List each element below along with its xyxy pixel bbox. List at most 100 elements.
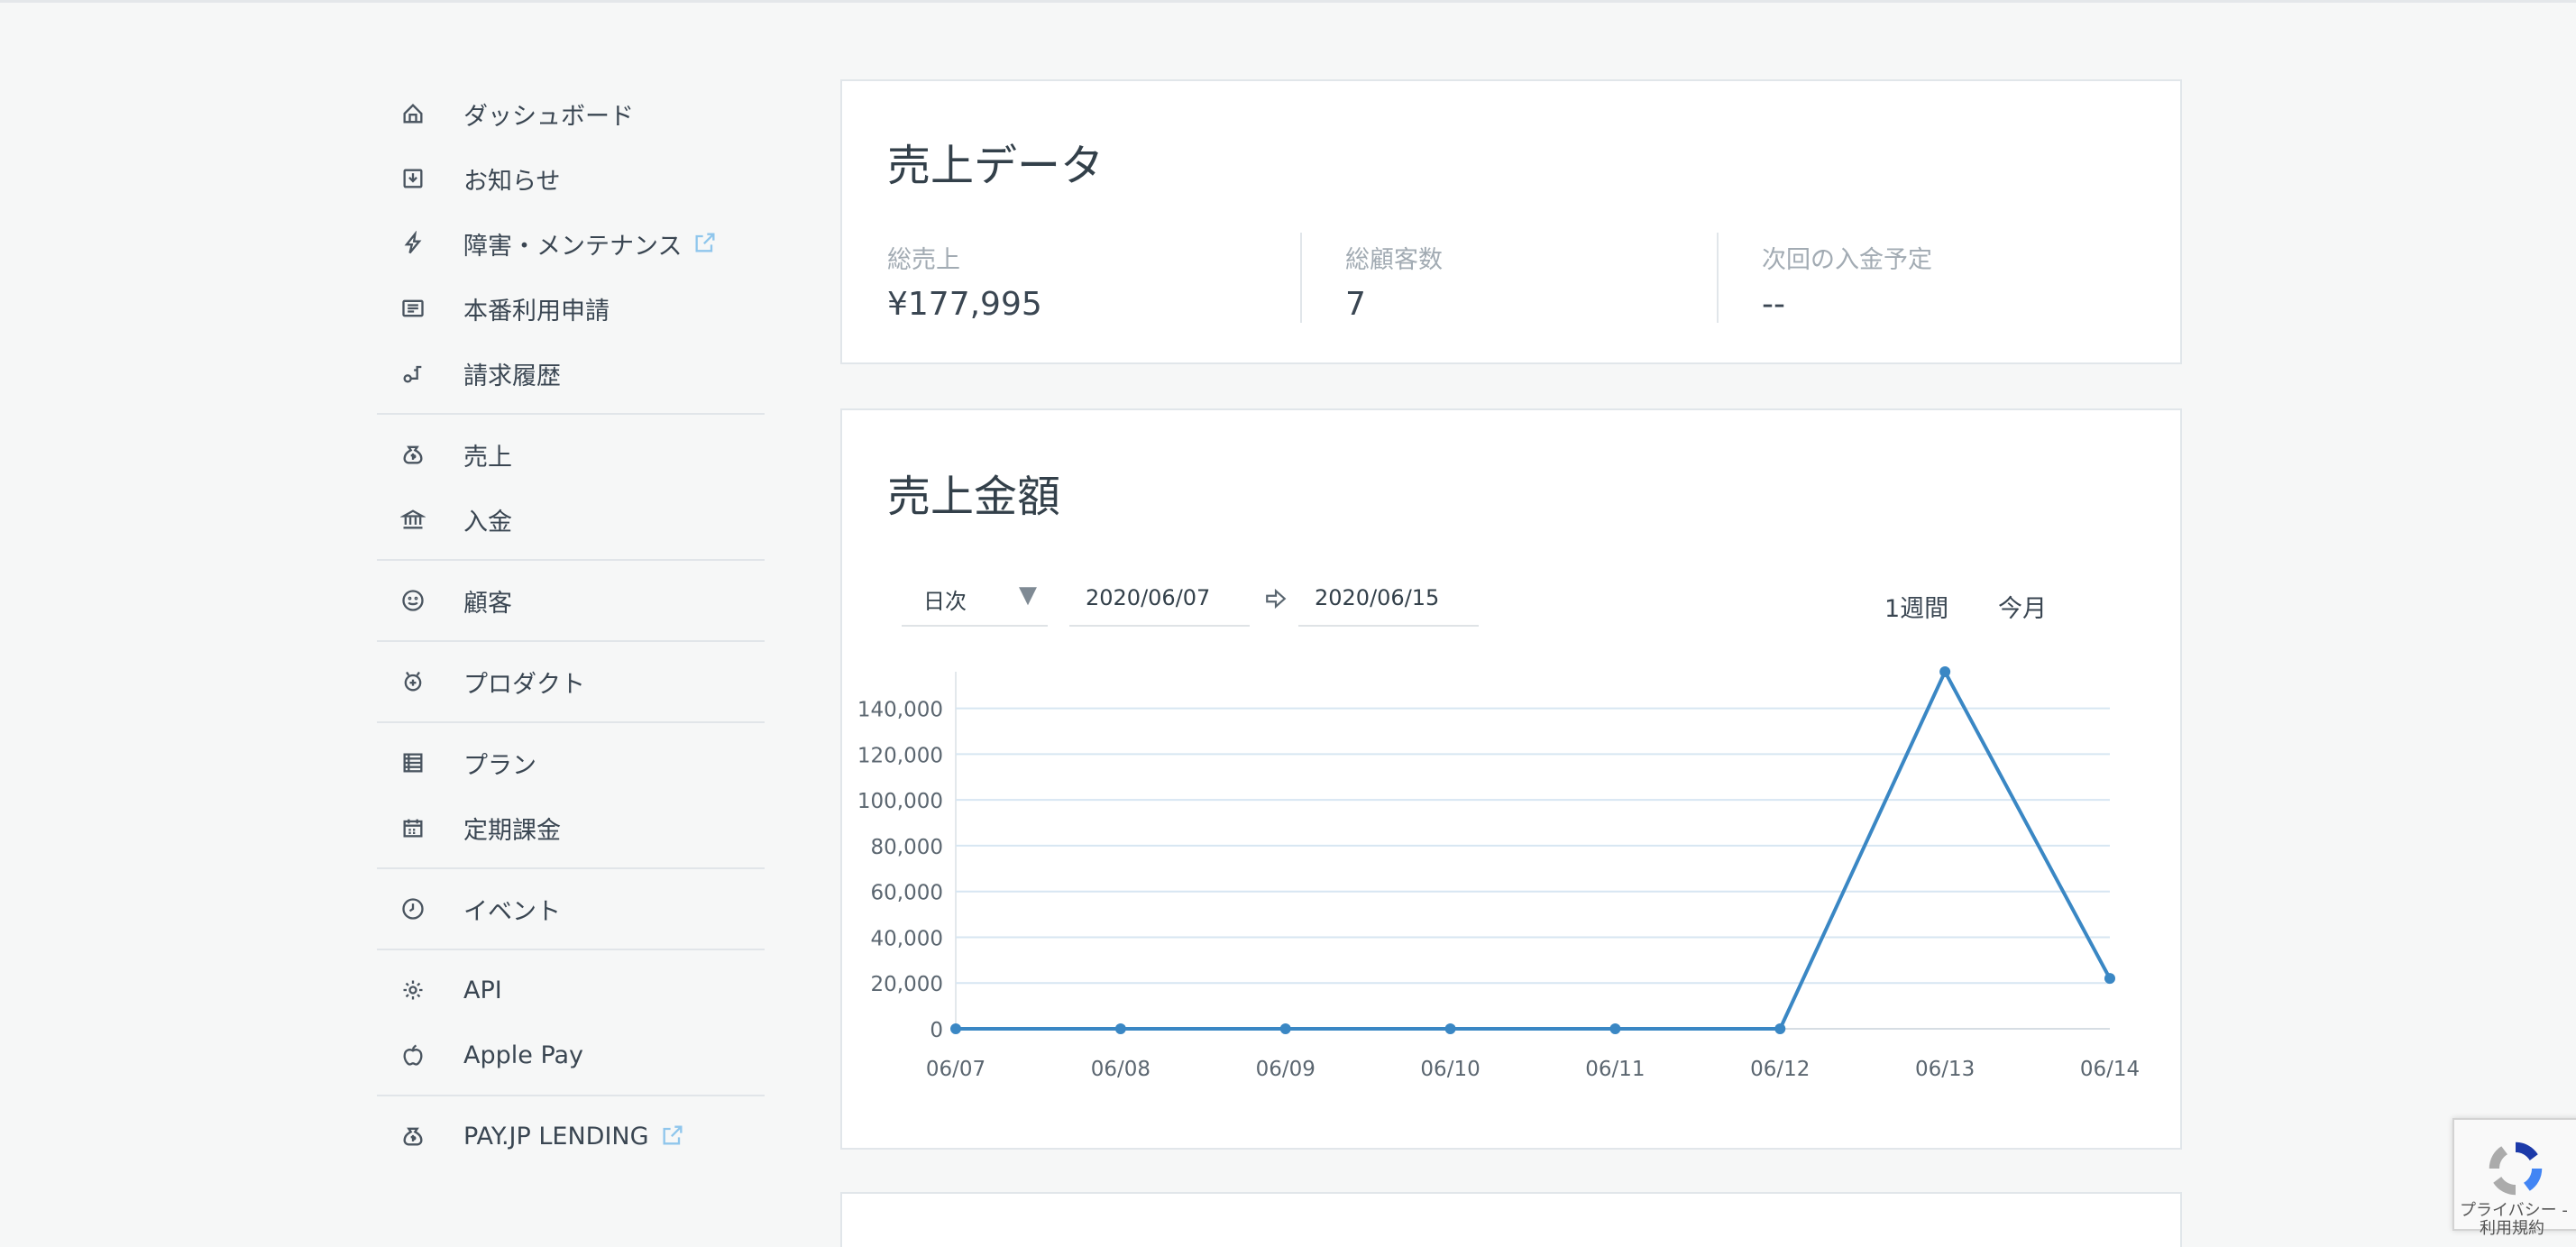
nav-group: プラン 定期課金 <box>377 723 765 869</box>
sales-chart: 0 20,000 40,000 60,000 80,000 100,000 120,000 1… <box>842 663 2184 1132</box>
stat-value: ¥177,995 <box>887 286 1042 323</box>
sidebar-item-label: 障害・メンテナンス <box>463 232 683 261</box>
y-tick-label: 120,000 <box>857 744 943 767</box>
sidebar-item-label: プラン <box>463 751 536 780</box>
recaptcha-icon <box>2489 1142 2543 1196</box>
sidebar-item[interactable]: 入金 <box>377 487 765 552</box>
sidebar-item[interactable]: 定期課金 <box>377 795 765 860</box>
data-point <box>1939 666 1951 677</box>
home-icon <box>399 99 427 128</box>
y-tick-label: 140,000 <box>857 699 943 722</box>
data-point <box>1279 1023 1291 1034</box>
sidebar-item[interactable]: PAY.JP LENDING <box>377 1104 765 1169</box>
sidebar-item[interactable]: 顧客 <box>377 568 765 633</box>
sidebar-item-label: 定期課金 <box>463 816 561 845</box>
money-bag-icon <box>399 440 427 469</box>
sidebar-item-label: 本番利用申請 <box>463 297 610 326</box>
billing-icon <box>399 359 427 388</box>
sidebar-item-label: 顧客 <box>463 589 512 618</box>
calendar-icon <box>399 813 427 842</box>
sidebar-item-label: 売上 <box>463 443 512 472</box>
stat-label: 次回の入金予定 <box>1762 246 1932 274</box>
y-tick-label: 0 <box>930 1019 943 1042</box>
data-point <box>1609 1023 1621 1034</box>
nav-group: ダッシュボード お知らせ障害・メンテナンス 本番利用申請 請求履歴 <box>377 81 765 415</box>
sales-amount-card: 売上金額 日次 ▼ 2020/06/07 2020/06/15 1週間 今月 0… <box>840 408 2182 1150</box>
stat-value: -- <box>1762 286 1785 323</box>
sidebar-item-label: 入金 <box>463 508 512 536</box>
stat-label: 総売上 <box>887 246 960 274</box>
sidebar-item-label: イベント <box>463 897 561 926</box>
sidebar-item-label: API <box>463 976 502 1004</box>
range-month-button[interactable]: 今月 <box>1998 589 2047 624</box>
nav-group: 売上 入金 <box>377 415 765 561</box>
list-icon <box>399 748 427 777</box>
x-tick-label: 06/09 <box>1256 1058 1316 1081</box>
stat-total-customers: 総顧客数 7 <box>1300 233 1717 323</box>
x-tick-label: 06/13 <box>1915 1058 1975 1081</box>
sidebar-item[interactable]: お知らせ <box>377 146 765 211</box>
sidebar-item[interactable]: 売上 <box>377 422 765 487</box>
x-tick-label: 06/11 <box>1585 1058 1645 1081</box>
apple-icon <box>399 1041 427 1069</box>
sidebar-item[interactable]: プロダクト <box>377 649 765 714</box>
data-point <box>1444 1023 1456 1034</box>
interval-select-value: 日次 <box>923 589 967 614</box>
stat-value: 7 <box>1345 286 1366 323</box>
x-tick-label: 06/08 <box>1091 1058 1150 1081</box>
arrow-right-icon <box>1264 587 1288 610</box>
sidebar-item-label: 請求履歴 <box>463 362 561 390</box>
data-point <box>2104 973 2115 985</box>
product-icon <box>399 667 427 696</box>
stat-total-sales: 総売上 ¥177,995 <box>842 233 1300 323</box>
y-tick-label: 40,000 <box>871 927 943 950</box>
sales-stats: 総売上 ¥177,995 総顧客数 7 次回の入金予定 -- <box>842 233 2180 323</box>
interval-select[interactable]: 日次 ▼ <box>902 573 1048 627</box>
y-tick-label: 80,000 <box>871 836 943 859</box>
sidebar-item[interactable]: 請求履歴 <box>377 341 765 406</box>
external-link-icon <box>660 1123 687 1150</box>
data-point <box>950 1023 961 1034</box>
sidebar-item[interactable]: プラン <box>377 730 765 795</box>
next-card <box>840 1192 2182 1247</box>
y-tick-label: 20,000 <box>871 973 943 996</box>
caret-down-icon: ▼ <box>1019 582 1037 609</box>
stat-next-payout: 次回の入金予定 -- <box>1717 233 2180 323</box>
sidebar-item[interactable]: イベント <box>377 876 765 941</box>
sidebar-item[interactable]: 本番利用申請 <box>377 276 765 341</box>
stat-label: 総顧客数 <box>1345 246 1443 274</box>
smiley-icon <box>399 586 427 615</box>
clock-icon <box>399 894 427 923</box>
nav-group: API Apple Pay <box>377 950 765 1096</box>
chart-controls: 日次 ▼ 2020/06/07 2020/06/15 1週間 今月 <box>902 573 2146 627</box>
sidebar-item[interactable]: ダッシュボード <box>377 81 765 146</box>
nav-group: イベント <box>377 869 765 950</box>
inbox-icon <box>399 164 427 193</box>
data-point <box>1114 1023 1126 1034</box>
sales-line-chart: 0 20,000 40,000 60,000 80,000 100,000 120,000 1… <box>857 666 2140 1081</box>
sidebar-item[interactable]: Apple Pay <box>377 1022 765 1087</box>
sidebar-item-label: Apple Pay <box>463 1041 584 1069</box>
recaptcha-badge[interactable]: プライバシー - 利用規約 <box>2452 1118 2576 1238</box>
nav-group: プロダクト <box>377 642 765 723</box>
sales-amount-title: 売上金額 <box>887 472 1061 522</box>
gear-icon <box>399 976 427 1004</box>
recaptcha-terms-link[interactable]: 利用規約 <box>2480 1215 2544 1239</box>
sidebar-item-label: プロダクト <box>463 670 585 699</box>
external-link-icon <box>692 230 720 257</box>
sidebar-nav: ダッシュボード お知らせ障害・メンテナンス 本番利用申請 請求履歴売上入金顧客プロダク… <box>377 81 765 1176</box>
lightning-icon <box>399 229 427 258</box>
sidebar-item[interactable]: API <box>377 958 765 1022</box>
x-tick-label: 06/14 <box>2080 1058 2140 1081</box>
sales-data-card: 売上データ 総売上 ¥177,995 総顧客数 7 次回の入金予定 -- <box>840 79 2182 364</box>
bank-icon <box>399 505 427 534</box>
nav-group: 顧客 <box>377 561 765 642</box>
range-week-button[interactable]: 1週間 <box>1884 589 1948 624</box>
end-date-input[interactable]: 2020/06/15 <box>1298 573 1479 627</box>
sidebar-item[interactable]: 障害・メンテナンス <box>377 211 765 276</box>
top-divider <box>0 0 2576 3</box>
x-tick-label: 06/07 <box>926 1058 985 1081</box>
start-date-input[interactable]: 2020/06/07 <box>1069 573 1250 627</box>
document-icon <box>399 294 427 323</box>
x-tick-label: 06/12 <box>1750 1058 1810 1081</box>
